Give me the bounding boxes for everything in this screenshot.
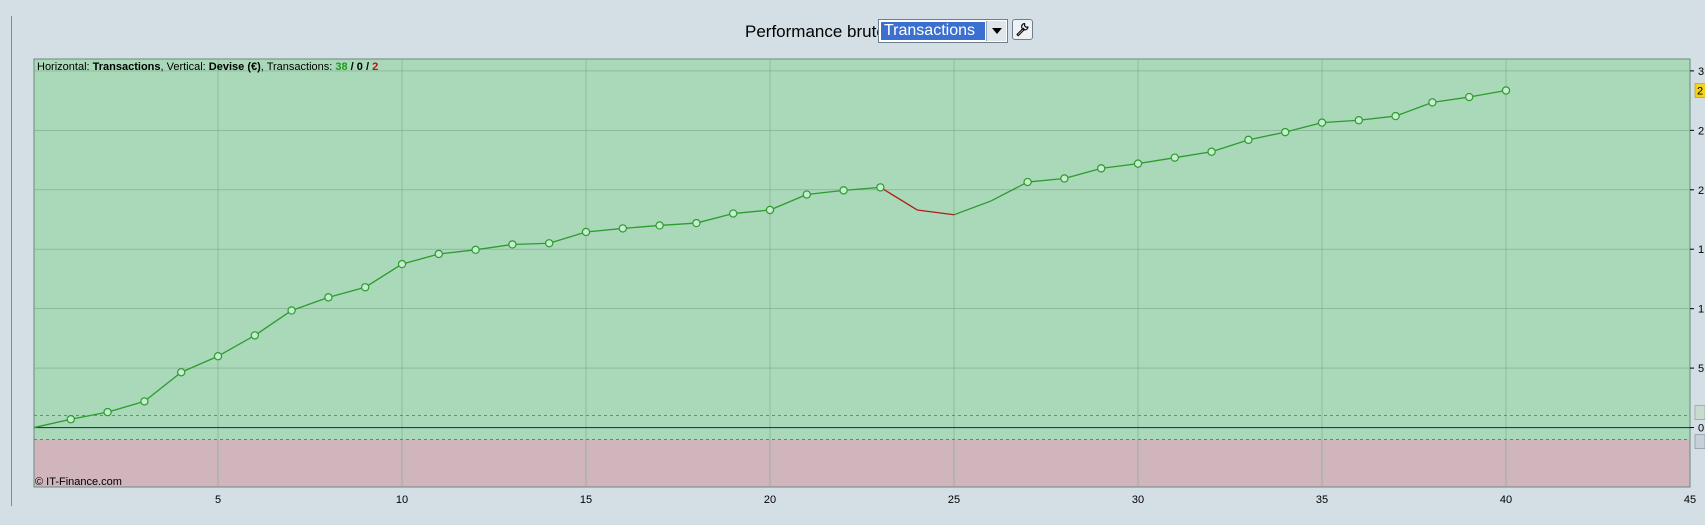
data-point [1464, 92, 1474, 102]
data-point [508, 240, 517, 249]
x-tick-label: 20 [764, 494, 776, 506]
vertical-value: Devise (€) [209, 61, 261, 73]
data-point [1060, 174, 1069, 183]
data-point [361, 283, 370, 292]
data-point [471, 245, 480, 255]
data-point [545, 239, 554, 248]
profit-zone [34, 59, 1690, 428]
horizontal-value: Transactions [93, 61, 161, 73]
copyright-text: © IT-Finance.com [35, 476, 122, 488]
data-point [1244, 135, 1253, 145]
x-tick-label: 10 [396, 494, 408, 506]
data-point [765, 205, 775, 215]
last-value-badge-label: 2 [1697, 86, 1703, 98]
data-point [1391, 111, 1400, 121]
data-point [1023, 177, 1032, 187]
data-point [1207, 147, 1216, 156]
data-point [581, 227, 591, 237]
data-point [729, 209, 738, 218]
data-point [397, 259, 407, 269]
data-point [287, 306, 296, 315]
data-point [250, 331, 259, 340]
x-tick-label: 40 [1500, 494, 1512, 506]
data-point [66, 415, 76, 424]
lower-band-marker [1694, 434, 1705, 449]
loss-count: 2 [372, 61, 378, 73]
data-point [692, 218, 701, 228]
data-point [618, 224, 628, 233]
x-tick-label: 15 [580, 494, 592, 506]
y-tick-label: 5 [1698, 363, 1704, 375]
separator: / [348, 61, 357, 73]
horizontal-label: Horizontal: [37, 61, 93, 73]
data-point [213, 352, 223, 361]
y-tick-label: 0 [1698, 423, 1704, 435]
y-tick-label: 2 [1698, 125, 1704, 137]
vertical-label: , Vertical: [161, 61, 209, 73]
win-count: 38 [335, 61, 347, 73]
data-point [176, 368, 186, 377]
data-point [1354, 116, 1364, 125]
equity-chart: 5 10 15 20 25 30 35 40 4532211502 Horizontal: Tr… [33, 58, 1705, 506]
loss-zone [34, 439, 1690, 487]
data-point [1170, 153, 1180, 162]
data-point [839, 186, 848, 195]
y-tick-label: 1 [1698, 244, 1704, 256]
transactions-label: , Transactions: [261, 61, 336, 73]
x-tick-label: 45 [1684, 494, 1696, 506]
data-point [1501, 86, 1511, 95]
x-tick-label: 25 [948, 494, 960, 506]
data-point [1280, 127, 1290, 137]
data-point [324, 293, 333, 302]
upper-band-marker [1694, 405, 1705, 420]
data-point [434, 249, 443, 259]
data-point [876, 183, 885, 192]
data-point [655, 221, 664, 230]
x-tick-label: 5 [215, 494, 221, 506]
y-tick-label: 1 [1698, 304, 1704, 316]
x-tick-label: 35 [1316, 494, 1328, 506]
data-point [802, 190, 812, 199]
data-point [1096, 164, 1106, 173]
chart-info-text: Horizontal: Transactions, Vertical: Devi… [37, 61, 378, 73]
x-tick-label: 30 [1132, 494, 1144, 506]
separator: / [363, 61, 372, 73]
data-point [1133, 159, 1143, 168]
data-point [1317, 118, 1327, 127]
y-tick-label: 2 [1698, 185, 1704, 197]
y-tick-label: 3 [1698, 66, 1704, 78]
data-point [1428, 98, 1437, 107]
data-point [140, 397, 149, 406]
data-point [103, 407, 112, 417]
